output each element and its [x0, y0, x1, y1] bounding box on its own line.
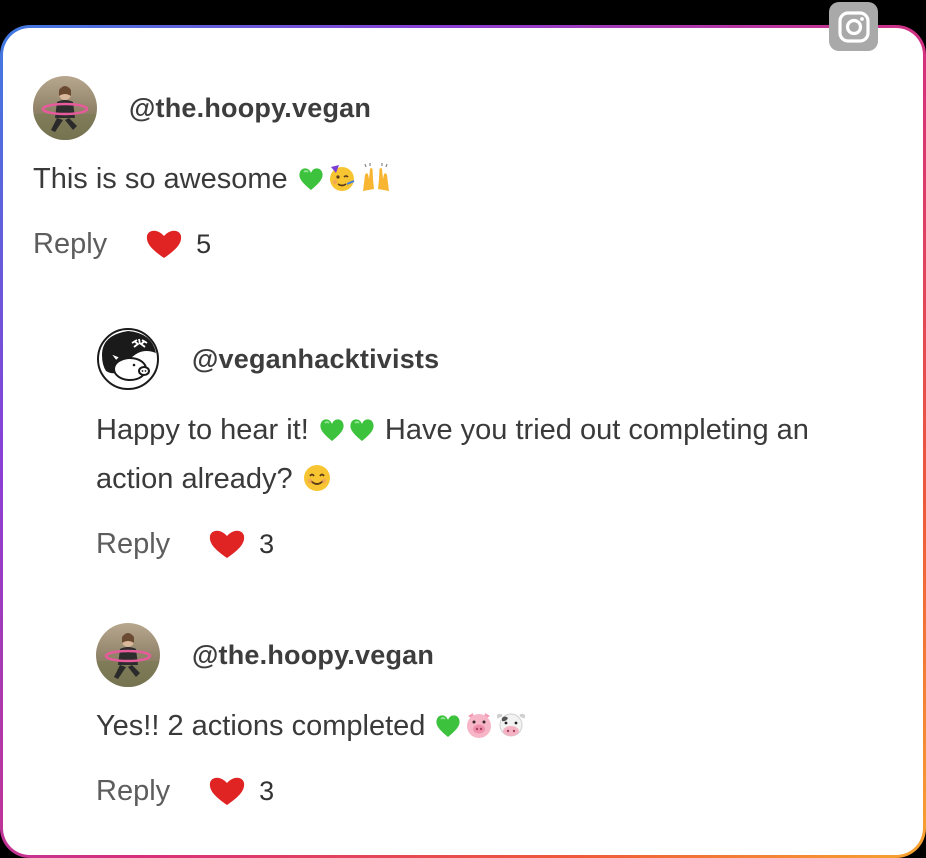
comment-header: @veganhacktivists [96, 327, 886, 391]
comment-card-frame: @the.hoopy.vegan This is so awesome Repl… [0, 25, 926, 858]
cow-face-emoji [496, 709, 526, 753]
heart-icon [147, 230, 182, 258]
comment-header: @the.hoopy.vegan [33, 76, 853, 140]
instagram-badge [829, 2, 878, 51]
hula-hoop-photo-avatar-icon [96, 623, 160, 687]
comment-actions: Reply 3 [96, 769, 886, 813]
avatar[interactable] [33, 76, 97, 140]
avatar[interactable] [96, 623, 160, 687]
like-count: 5 [196, 228, 212, 259]
comment-actions: Reply 5 [33, 222, 853, 266]
comment-card: @the.hoopy.vegan This is so awesome Repl… [3, 28, 923, 855]
smiling-face-emoji [302, 462, 332, 506]
raising-hands-emoji [359, 162, 393, 206]
like-button[interactable]: 5 [145, 228, 211, 260]
green-heart-emoji [318, 413, 346, 457]
comment-text: Yes!! 2 actions completed [96, 704, 886, 753]
green-heart-emoji [348, 413, 376, 457]
like-button[interactable]: 3 [208, 528, 274, 560]
partying-face-emoji [327, 162, 357, 206]
heart-icon [210, 530, 245, 558]
pig-logo-avatar-icon [97, 328, 159, 390]
pig-face-emoji [464, 709, 494, 753]
comment-text: Happy to hear it! Have you tried out com… [96, 408, 886, 506]
comment-header: @the.hoopy.vegan [96, 623, 886, 687]
comment-text: This is so awesome [33, 157, 853, 206]
like-count: 3 [259, 528, 275, 559]
comment-actions: Reply 3 [96, 522, 886, 566]
comment-1: @the.hoopy.vegan This is so awesome Repl… [33, 76, 853, 266]
avatar[interactable] [96, 327, 160, 391]
green-heart-emoji [434, 709, 462, 753]
username[interactable]: @the.hoopy.vegan [192, 640, 434, 671]
like-count: 3 [259, 775, 275, 806]
comment-2-reply: @veganhacktivists Happy to hear it! Have… [96, 327, 886, 566]
comment-3-reply: @the.hoopy.vegan Yes!! 2 actions complet… [96, 623, 886, 813]
green-heart-emoji [297, 162, 325, 206]
instagram-icon [837, 10, 870, 43]
hula-hoop-photo-avatar-icon [33, 76, 97, 140]
reply-button[interactable]: Reply [96, 528, 170, 561]
username[interactable]: @the.hoopy.vegan [129, 93, 371, 124]
username[interactable]: @veganhacktivists [192, 344, 439, 375]
reply-button[interactable]: Reply [96, 775, 170, 808]
heart-icon [210, 777, 245, 805]
reply-button[interactable]: Reply [33, 228, 107, 261]
like-button[interactable]: 3 [208, 775, 274, 807]
